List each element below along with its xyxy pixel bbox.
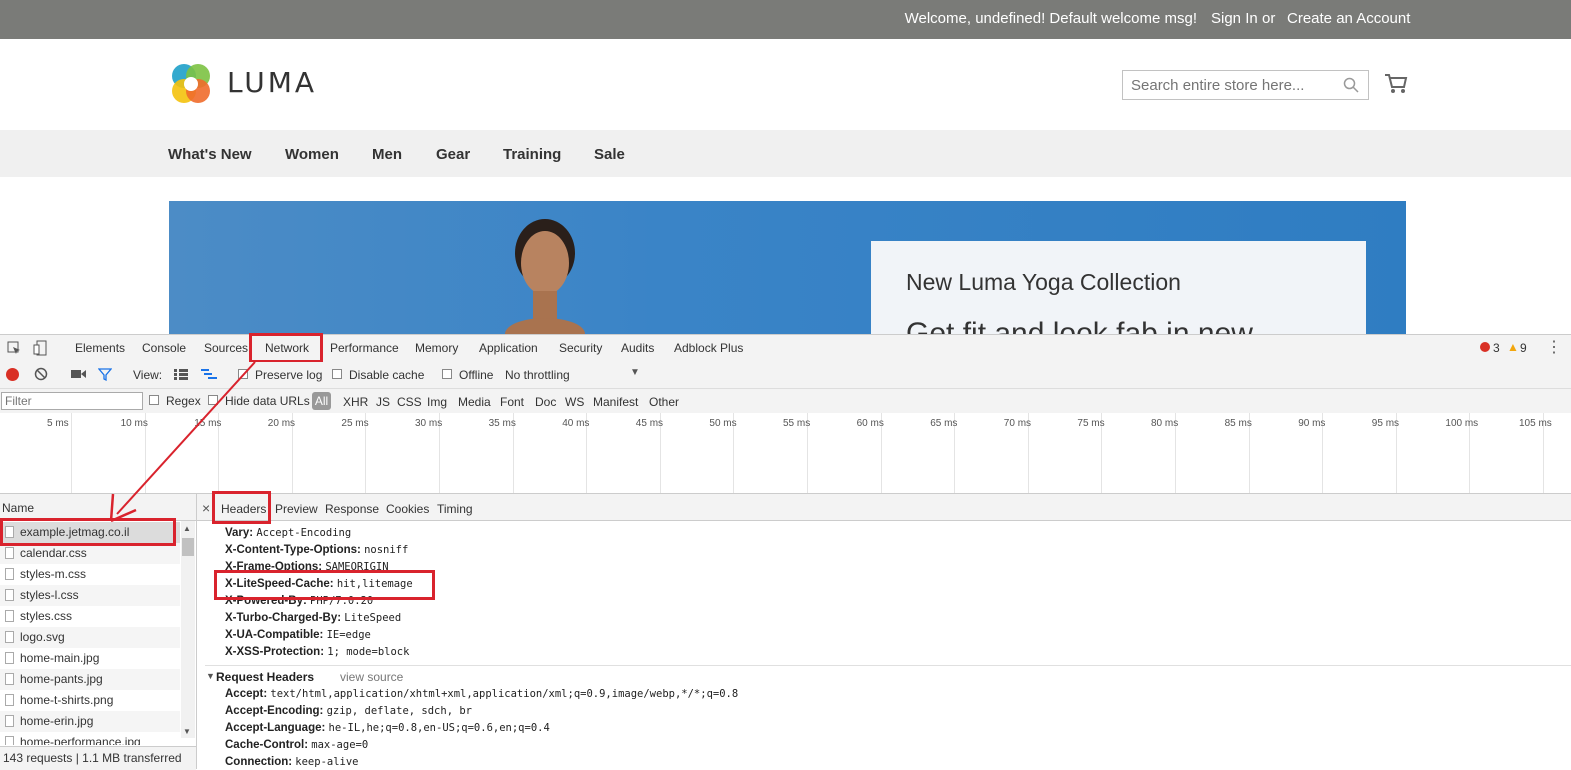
annotation-arrow [109, 361, 256, 523]
